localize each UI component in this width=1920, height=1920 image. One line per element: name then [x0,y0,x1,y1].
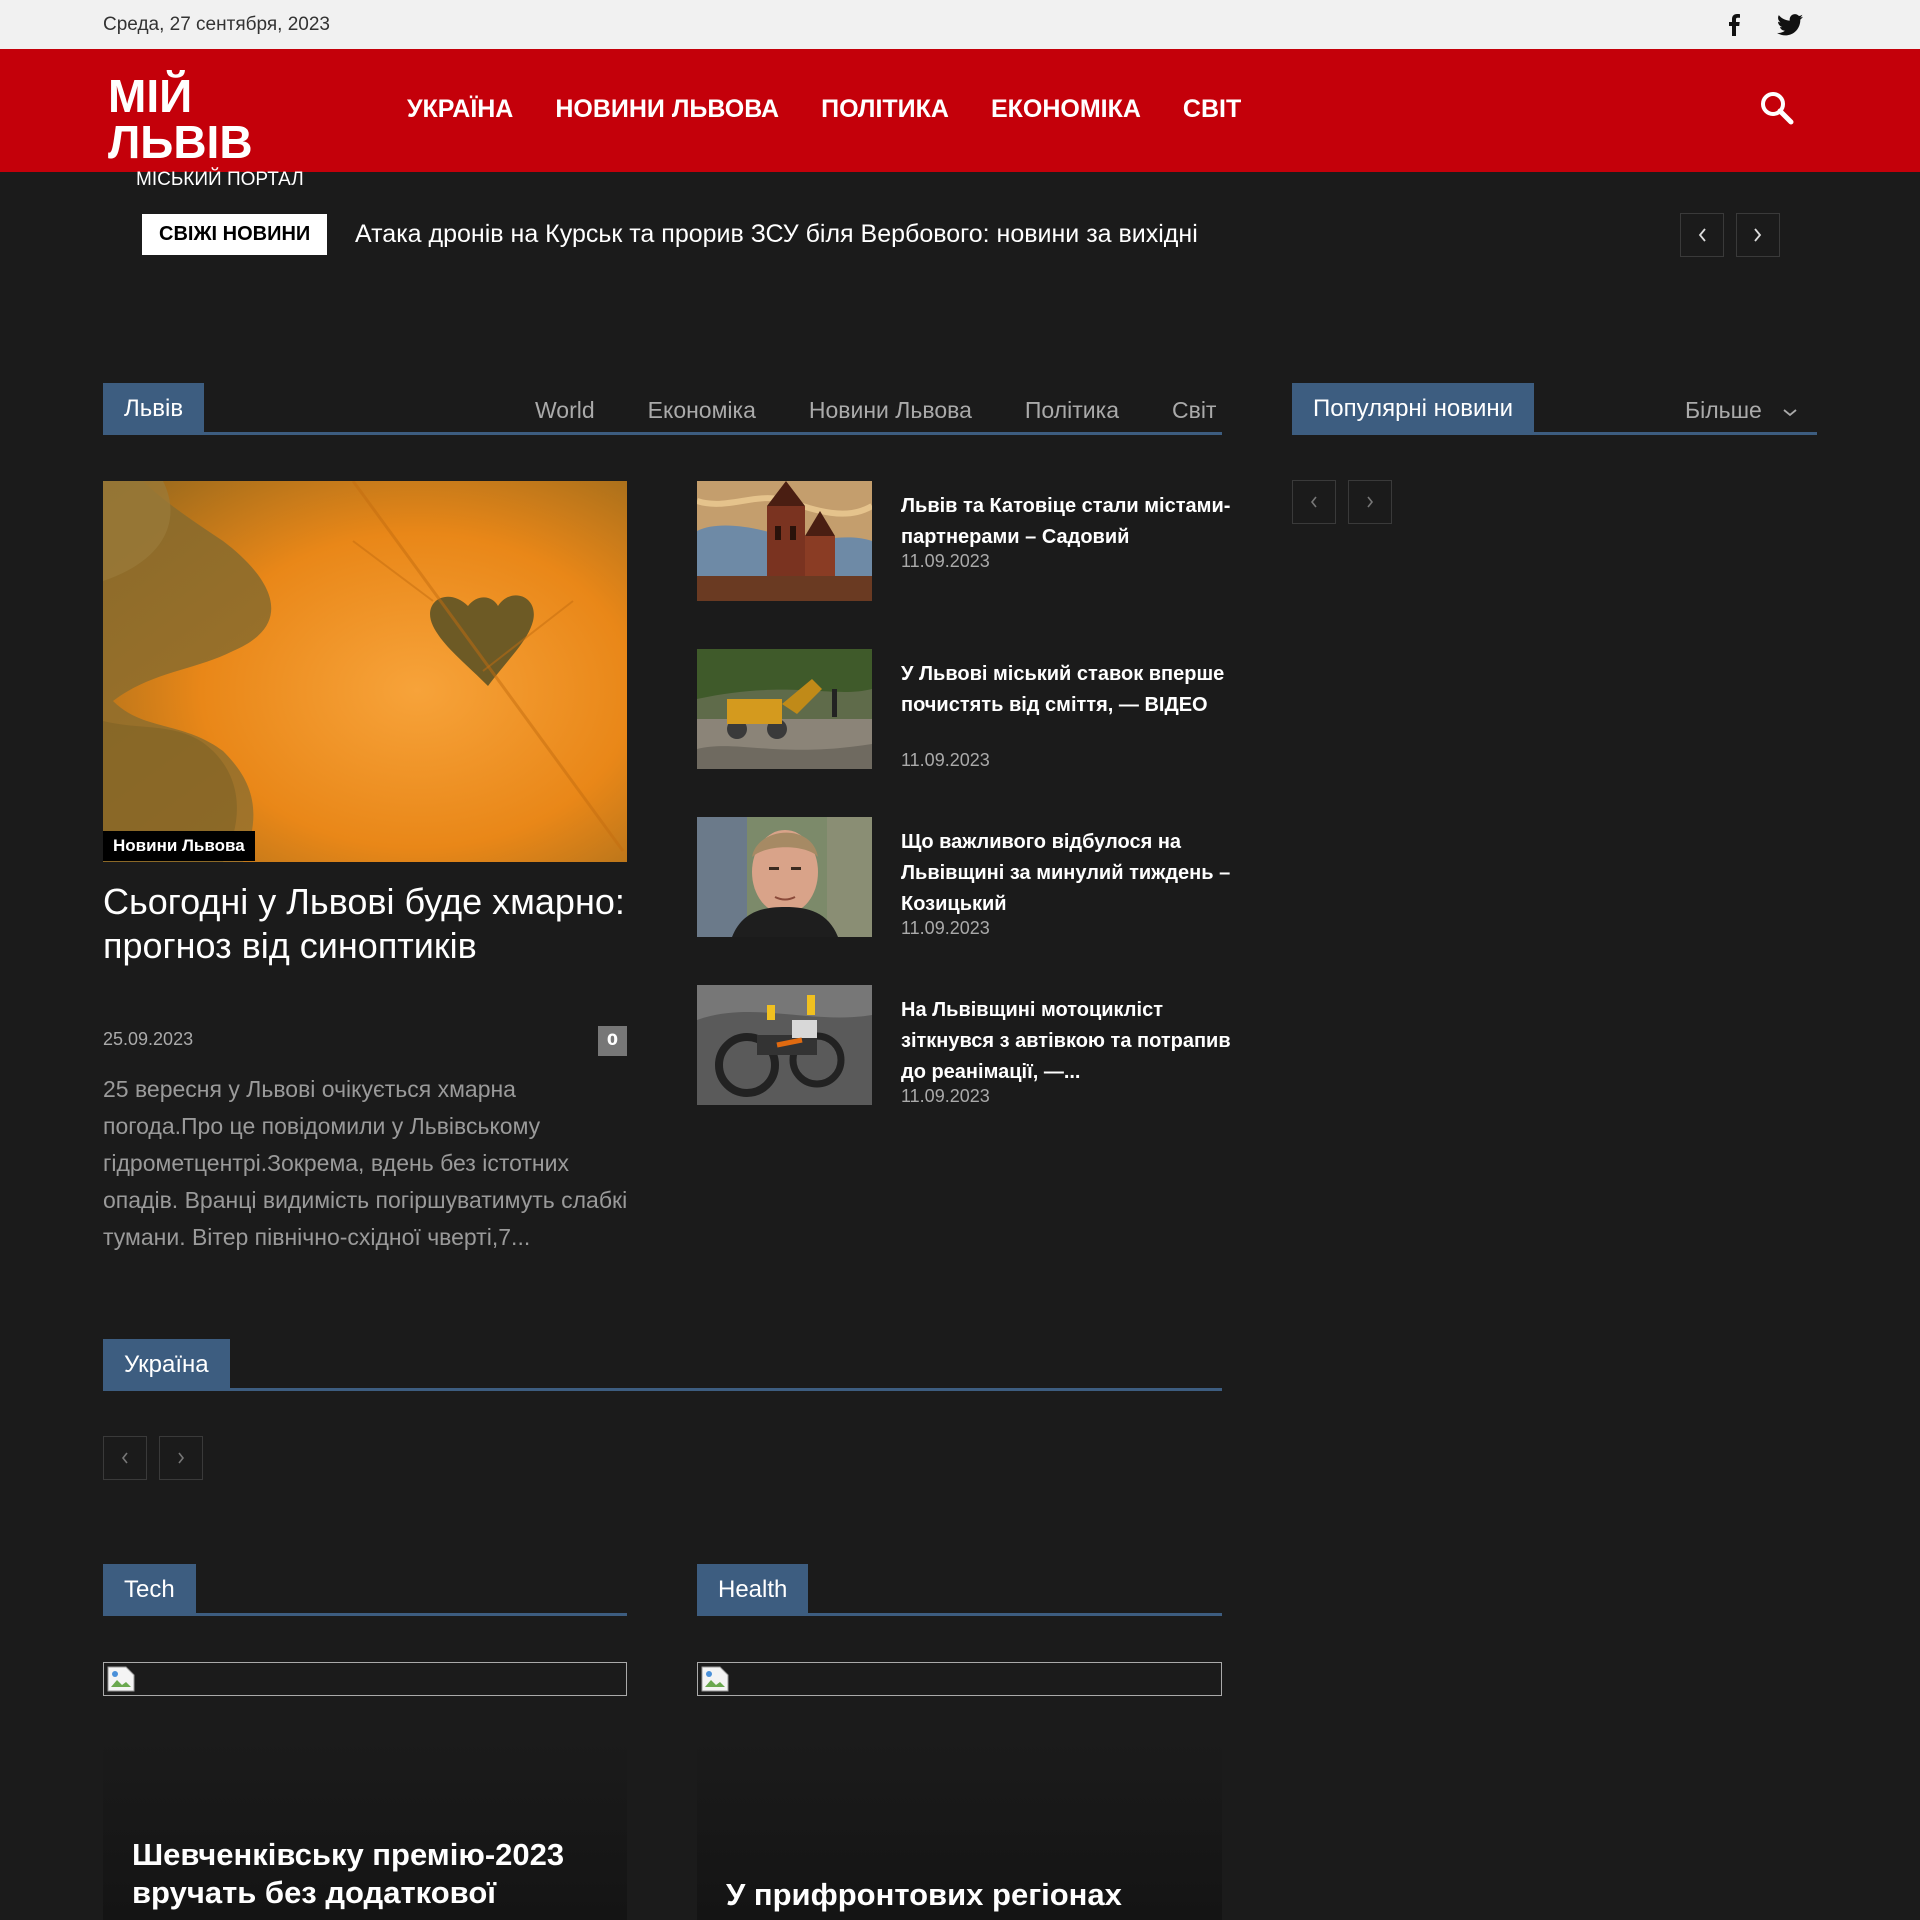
chevron-left-icon [121,1452,128,1464]
comment-count-badge[interactable]: 0 [598,1026,627,1056]
list-item-title[interactable]: Що важливого відбулося на Львівщині за м… [901,827,1231,920]
list-item-title[interactable]: Львів та Катовіце стали містами-партнера… [901,491,1231,553]
site-header: МІЙ ЛЬВІВ МІСЬКИЙ ПОРТАЛ УКРАЇНА НОВИНИ … [0,49,1920,190]
top-bar: Среда, 27 сентября, 2023 [0,0,1920,49]
health-headline[interactable]: У прифронтових регіонах [726,1876,1196,1914]
nav-item-lviv-news[interactable]: НОВИНИ ЛЬВОВА [555,95,779,124]
broken-image-icon [107,1666,135,1692]
ukraine-block-header: Україна [103,1339,1222,1391]
ukraine-prev-button[interactable] [103,1436,147,1480]
list-item-thumbnail[interactable] [697,649,872,769]
chevron-right-icon [178,1452,185,1464]
chevron-right-icon [1367,496,1374,508]
logo-title: МІЙ ЛЬВІВ [108,70,253,168]
filter-politics[interactable]: Політика [1025,397,1119,424]
popular-prev-button[interactable] [1292,480,1336,524]
current-date: Среда, 27 сентября, 2023 [103,14,330,35]
more-dropdown[interactable]: Більше [1685,397,1798,424]
main-story-date: 25.09.2023 [103,1029,194,1049]
nav-item-politics[interactable]: ПОЛІТИКА [821,95,949,124]
list-item: Львів та Катовіце стали містами-партнера… [697,481,1237,601]
list-item-title[interactable]: На Львівщині мотоцикліст зіткнувся з авт… [901,995,1231,1088]
tech-block-title[interactable]: Tech [103,1564,196,1613]
more-label: Більше [1685,397,1762,423]
ticker-next-button[interactable] [1736,213,1780,257]
nav-item-economy[interactable]: ЕКОНОМІКА [991,95,1141,124]
list-item-thumbnail[interactable] [697,985,872,1105]
chevron-left-icon [1698,228,1706,242]
main-nav: УКРАЇНА НОВИНИ ЛЬВОВА ПОЛІТИКА ЕКОНОМІКА… [407,95,1283,124]
list-item-thumbnail[interactable] [697,817,872,937]
chevron-right-icon [1754,228,1762,242]
ukraine-block-title[interactable]: Україна [103,1339,230,1388]
popular-next-button[interactable] [1348,480,1392,524]
lviv-block-filters: World Економіка Новини Львова Політика С… [482,397,1216,424]
main-story-excerpt: 25 вересня у Львові очікується хмарна по… [103,1076,628,1250]
chevron-left-icon [1310,496,1317,508]
filter-lviv-news[interactable]: Новини Львова [809,397,972,424]
chevron-down-icon [1783,409,1797,417]
list-item: У Львові міський ставок вперше почистять… [697,649,1237,770]
tech-headline[interactable]: Шевченківську премію-2023 вручать без до… [132,1836,602,1912]
list-item-title[interactable]: У Львові міський ставок вперше почистять… [901,659,1231,721]
broken-image[interactable] [697,1662,1222,1696]
filter-world-ua[interactable]: Світ [1172,397,1216,424]
broken-image[interactable] [103,1662,627,1696]
broken-image-icon [701,1666,729,1692]
list-item-date: 11.09.2023 [901,750,990,770]
list-item: Що важливого відбулося на Львівщині за м… [697,817,1237,938]
nav-item-world[interactable]: СВІТ [1183,95,1241,124]
list-item: На Львівщині мотоцикліст зіткнувся з авт… [697,985,1237,1106]
main-story-image[interactable] [103,481,627,862]
ticker-badge: СВІЖІ НОВИНИ [142,214,328,255]
list-item-date: 11.09.2023 [901,1086,990,1106]
health-block-header: Health [697,1564,1222,1616]
filter-world[interactable]: World [535,397,595,424]
filter-economy[interactable]: Економіка [648,397,756,424]
twitter-icon[interactable] [1776,12,1804,38]
ticker-prev-button[interactable] [1680,213,1724,257]
tech-block-header: Tech [103,1564,627,1616]
site-logo[interactable]: МІЙ ЛЬВІВ МІСЬКИЙ ПОРТАЛ [108,73,348,191]
facebook-icon[interactable] [1720,12,1748,38]
ticker-headline[interactable]: Атака дронів на Курськ та прорив ЗСУ біл… [355,220,1198,249]
list-item-date: 11.09.2023 [901,918,990,938]
search-icon[interactable] [1760,91,1794,125]
main-story-title[interactable]: Сьогодні у Львові буде хмарно: прогноз в… [103,880,627,968]
list-item-thumbnail[interactable] [697,481,872,601]
ukraine-next-button[interactable] [159,1436,203,1480]
health-block-title[interactable]: Health [697,1564,809,1613]
popular-block-title[interactable]: Популярні новини [1292,383,1535,432]
main-story-category[interactable]: Новини Львова [103,831,255,861]
logo-subtitle: МІСЬКИЙ ПОРТАЛ [136,169,304,190]
lviv-block-title[interactable]: Львів [103,383,205,432]
nav-item-ukraine[interactable]: УКРАЇНА [407,95,513,124]
list-item-date: 11.09.2023 [901,551,990,571]
